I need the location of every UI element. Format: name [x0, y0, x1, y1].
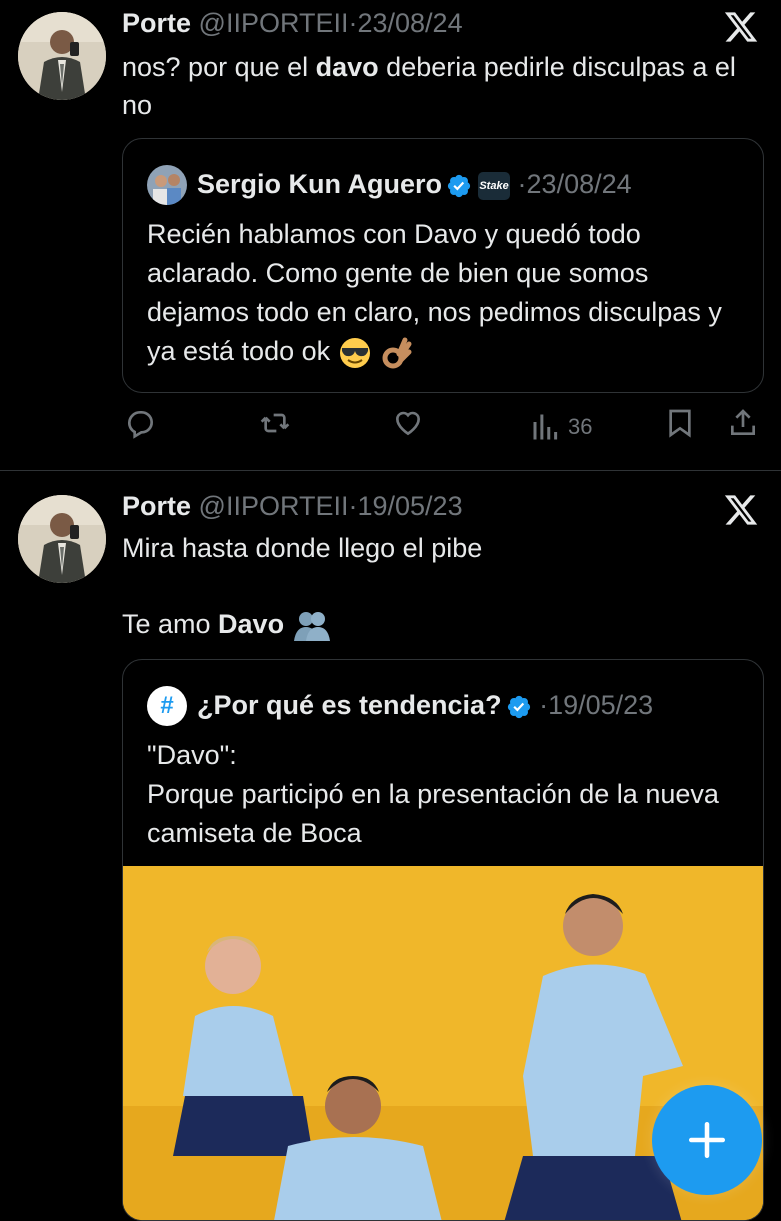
- bookmark-icon: [669, 409, 691, 438]
- bookmark-button[interactable]: [664, 407, 696, 439]
- reply-icon: [128, 410, 153, 439]
- quote-header: Sergio Kun Aguero Stake ·23/08/24: [197, 169, 632, 200]
- verified-badge-icon: [447, 174, 471, 197]
- quote-author-name: Sergio Kun Aguero: [197, 169, 443, 199]
- tweet-date[interactable]: 23/08/24: [357, 8, 462, 38]
- author-name[interactable]: Porte: [122, 491, 191, 521]
- affiliate-badge: Stake: [478, 171, 511, 200]
- plus-icon: [688, 1121, 726, 1159]
- views-count: 36: [568, 414, 593, 439]
- tweet-text: nos? por que el davo deberia pedirle dis…: [122, 52, 736, 120]
- share-button[interactable]: [727, 407, 759, 439]
- author-handle[interactable]: @IIPORTEII: [199, 8, 349, 38]
- mention-davo: davo: [315, 52, 379, 82]
- reply-button[interactable]: [124, 407, 156, 439]
- tweet-header: Porte @IIPORTEII·19/05/23: [122, 489, 463, 523]
- verified-badge-icon: [507, 695, 530, 718]
- tweet-actions: 36: [0, 407, 781, 447]
- ok-hand-emoji-icon: [382, 337, 412, 369]
- people-hugging-emoji-icon: [293, 611, 330, 641]
- avatar[interactable]: [18, 495, 106, 583]
- quote-date: 19/05/23: [548, 690, 654, 720]
- author-handle[interactable]: @IIPORTEII: [199, 491, 349, 521]
- tweet-text-line2: Te amo Davo: [122, 605, 762, 643]
- views-button[interactable]: 36: [530, 407, 592, 447]
- avatar[interactable]: [18, 12, 106, 100]
- mention-davo: Davo: [218, 609, 285, 639]
- quote-body: Porque participó en la presentación de l…: [147, 779, 719, 848]
- quote-date: 23/08/24: [526, 169, 632, 199]
- heart-icon: [395, 411, 421, 436]
- tweet-text-line1: Mira hasta donde llego el pibe: [122, 533, 483, 563]
- tweet-header: Porte @IIPORTEII·23/08/24: [122, 6, 463, 40]
- x-logo-icon: [724, 12, 758, 42]
- tweet-date[interactable]: 19/05/23: [357, 491, 462, 521]
- compose-button[interactable]: [652, 1085, 762, 1195]
- sunglasses-emoji-icon: [339, 337, 370, 368]
- tweet-1[interactable]: Porte @IIPORTEII·23/08/24 nos? por que e…: [0, 0, 781, 470]
- quote-author-name: ¿Por qué es tendencia?: [197, 690, 502, 720]
- tweet-2[interactable]: Porte @IIPORTEII·19/05/23 Mira hasta don…: [0, 471, 781, 1221]
- author-name[interactable]: Porte: [122, 8, 191, 38]
- x-logo-icon: [724, 495, 758, 525]
- quote-title-line: "Davo":: [147, 740, 237, 770]
- quote-text: "Davo": Porque participó en la presentac…: [147, 736, 737, 853]
- retweet-icon: [260, 413, 290, 433]
- like-button[interactable]: [391, 407, 425, 439]
- quote-avatar: [147, 165, 187, 205]
- quoted-tweet[interactable]: Sergio Kun Aguero Stake ·23/08/24 Recién …: [122, 138, 764, 393]
- trending-hashtag-icon: #: [147, 686, 187, 726]
- retweet-button[interactable]: [257, 407, 293, 439]
- views-icon: [533, 414, 558, 440]
- share-icon: [731, 409, 755, 435]
- quote-header: ¿Por qué es tendencia? ·19/05/23: [197, 690, 654, 720]
- quote-text: Recién hablamos con Davo y quedó todo ac…: [147, 215, 737, 371]
